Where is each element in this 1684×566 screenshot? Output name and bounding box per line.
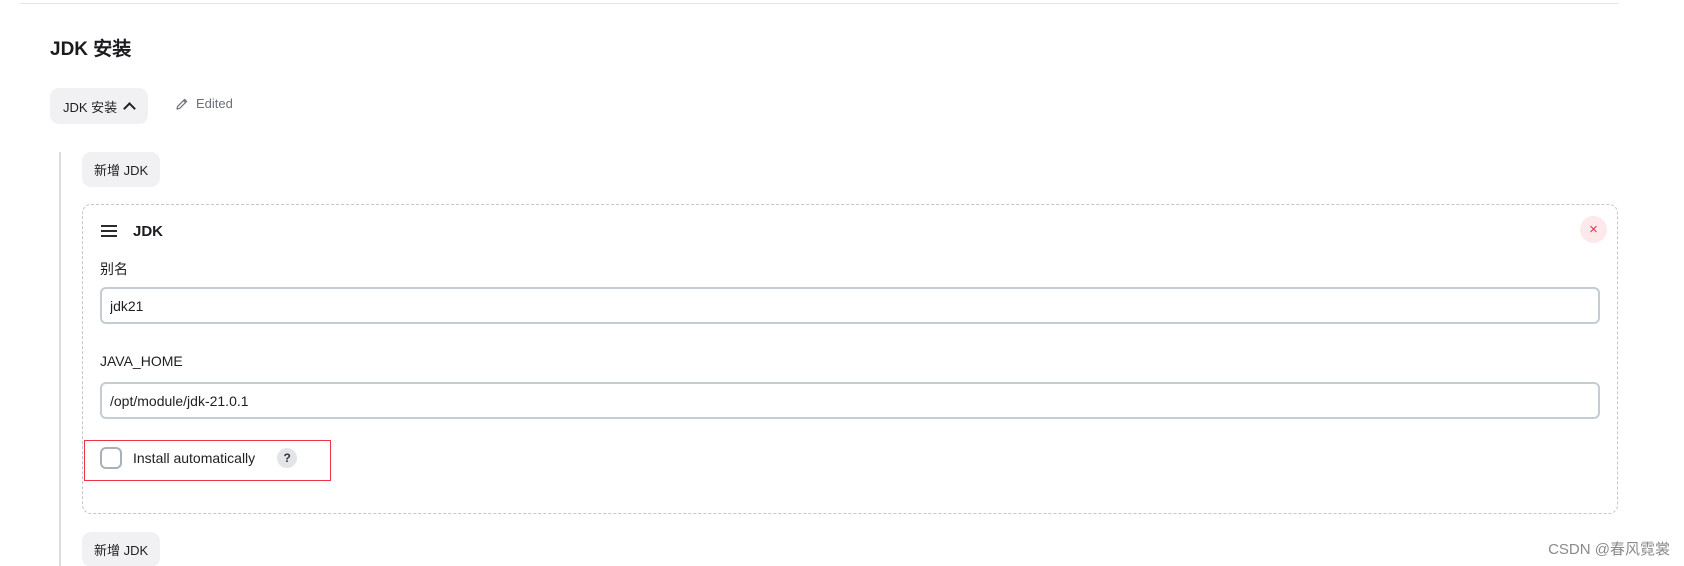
jdk-entry-card: JDK × 别名 JAVA_HOME Install automatically… — [82, 204, 1618, 514]
edited-indicator: Edited — [175, 96, 233, 111]
jenkins-tools-page: JDK 安装 JDK 安装 Edited 新增 JDK JDK × 别名 JAV… — [0, 0, 1684, 566]
close-icon: × — [1589, 221, 1598, 238]
add-jdk-button-bottom[interactable]: 新增 JDK — [82, 532, 161, 566]
jdk-install-toggle-button[interactable]: JDK 安装 — [50, 88, 149, 124]
add-jdk-button-top[interactable]: 新增 JDK — [82, 152, 161, 187]
card-header: JDK — [101, 222, 163, 240]
remove-jdk-button[interactable]: × — [1580, 216, 1607, 243]
install-automatically-row: Install automatically ? — [100, 447, 298, 469]
pencil-icon — [176, 98, 188, 110]
chevron-up-icon — [123, 101, 137, 115]
alias-input[interactable] — [100, 287, 1600, 324]
java-home-input[interactable] — [100, 382, 1600, 419]
edited-label: Edited — [196, 96, 233, 111]
toggle-label: JDK 安装 — [63, 99, 118, 115]
repeatable-rail — [59, 152, 61, 566]
drag-handle-icon[interactable] — [101, 222, 117, 240]
install-automatically-checkbox[interactable] — [100, 447, 122, 469]
top-divider — [20, 3, 1618, 4]
install-automatically-label[interactable]: Install automatically — [133, 450, 255, 466]
section-title: JDK 安装 — [50, 39, 132, 60]
alias-label: 别名 — [100, 261, 128, 277]
java-home-label: JAVA_HOME — [100, 353, 183, 369]
card-title: JDK — [133, 222, 164, 240]
watermark: CSDN @春风霓裳 — [1548, 541, 1670, 558]
help-icon[interactable]: ? — [277, 448, 298, 468]
